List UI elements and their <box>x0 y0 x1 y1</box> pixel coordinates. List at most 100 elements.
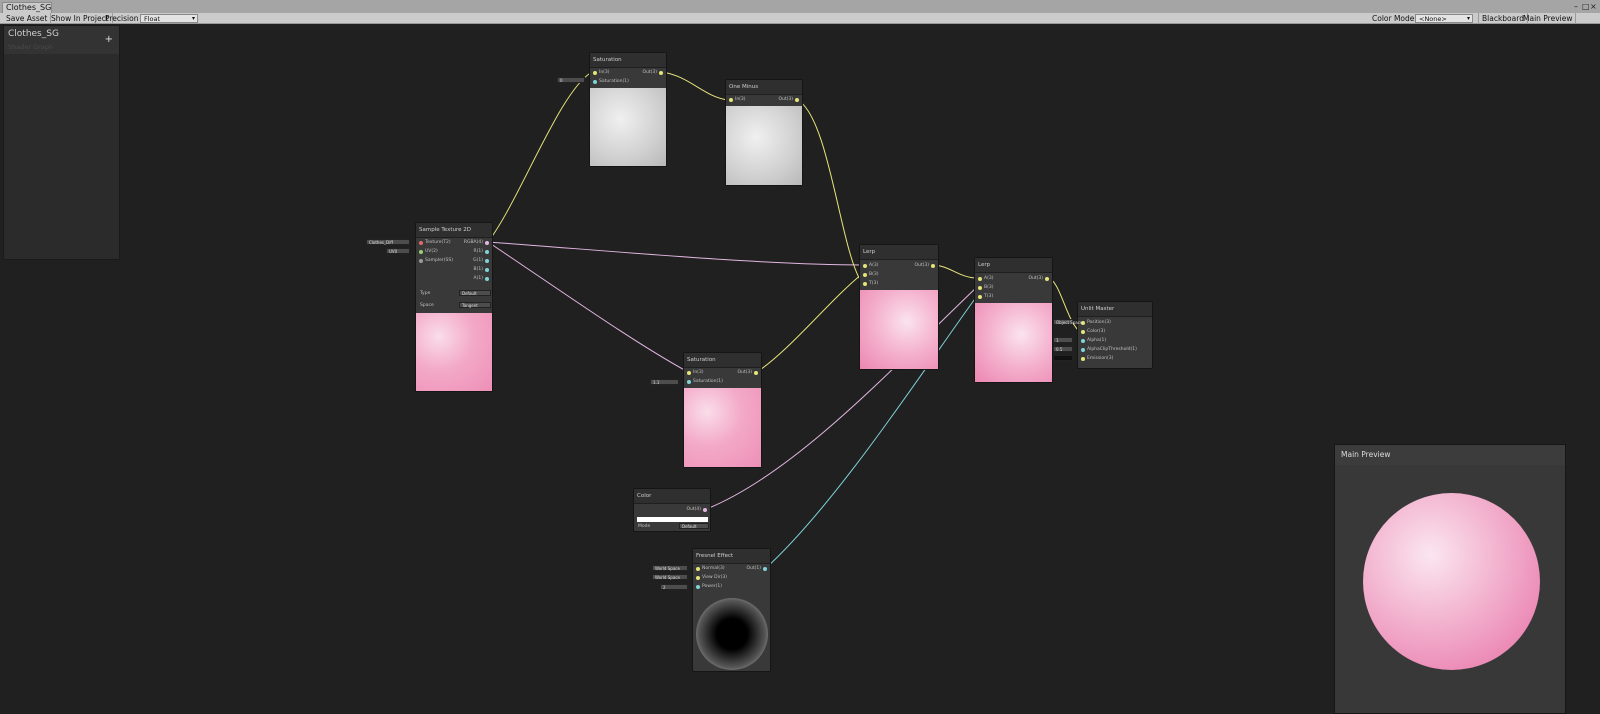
node-saturation-mid[interactable]: Saturation In(3) Saturation(1) Out(3) <box>683 352 762 468</box>
port-saturation-dot[interactable] <box>593 80 597 84</box>
port-rgba-dot[interactable] <box>485 241 489 245</box>
port-b-label: B(3) <box>869 272 879 277</box>
node-lerp-1[interactable]: Lerp A(3) B(3) T(3) Out(3) <box>859 244 939 370</box>
field-value: Clothes_Diff <box>369 240 393 245</box>
mode-dropdown[interactable]: Default <box>679 523 709 529</box>
port-t-dot[interactable] <box>863 282 867 286</box>
node-one-minus[interactable]: One Minus In(3) Out(3) <box>725 79 803 186</box>
field-value: World Space <box>655 566 680 571</box>
node-lerp-2[interactable]: Lerp A(3) B(3) T(3) Out(3) <box>974 257 1053 383</box>
port-view-dot[interactable] <box>696 576 700 580</box>
field-value: 0.5 <box>1056 347 1063 352</box>
color-swatch[interactable] <box>637 517 708 522</box>
port-in-label: In(3) <box>599 70 610 75</box>
port-alpha-dot[interactable] <box>1081 339 1085 343</box>
saturation-top-value-field[interactable]: 0 <box>557 77 585 83</box>
port-normal-dot[interactable] <box>696 567 700 571</box>
port-g-label: G(1) <box>473 258 483 263</box>
wire-rgba-to-lerp1-a <box>487 241 863 266</box>
port-out-dot[interactable] <box>795 98 799 102</box>
port-b-dot[interactable] <box>485 268 489 272</box>
main-preview-panel[interactable]: Main Preview <box>1334 444 1566 714</box>
port-t-label: T(3) <box>984 294 994 299</box>
field-value: Object Space <box>1056 320 1083 325</box>
field-value: 1.1 <box>653 380 660 385</box>
port-out-label: Out(4) <box>686 507 701 512</box>
preview-sphere[interactable] <box>1363 493 1540 670</box>
texture-object-field[interactable]: Clothes_Diff <box>366 239 410 245</box>
port-saturation-label: Saturation(1) <box>693 379 723 384</box>
normal-space-field[interactable]: World Space <box>652 565 688 571</box>
port-uv-dot[interactable] <box>419 250 423 254</box>
wire-saturation-to-oneminus <box>661 71 730 101</box>
port-power-label: Power(1) <box>702 584 722 589</box>
port-out-dot[interactable] <box>703 508 707 512</box>
alpha-value-field[interactable]: 1 <box>1053 337 1073 343</box>
port-r-dot[interactable] <box>485 250 489 254</box>
port-rgba-label: RGBA(4) <box>463 240 483 245</box>
wire-satmid-to-lerp1-b <box>756 273 863 373</box>
port-sampler-dot[interactable] <box>419 259 423 263</box>
port-b-dot[interactable] <box>863 273 867 277</box>
type-dropdown[interactable]: Default <box>459 290 491 296</box>
node-color[interactable]: Color Out(4) Mode Default <box>633 488 711 532</box>
port-out-dot[interactable] <box>763 567 767 571</box>
port-power-dot[interactable] <box>696 585 700 589</box>
port-b-label: B(1) <box>473 267 483 272</box>
port-in-label: In(3) <box>693 370 704 375</box>
port-in-dot[interactable] <box>729 98 733 102</box>
space-dropdown[interactable]: Tangent <box>459 302 491 308</box>
port-in-dot[interactable] <box>593 71 597 75</box>
port-t-label: T(3) <box>869 281 879 286</box>
port-texture-dot[interactable] <box>419 241 423 245</box>
port-a-dot[interactable] <box>978 277 982 281</box>
mode-value: Default <box>682 524 697 529</box>
port-uv-label: UV(2) <box>425 249 438 254</box>
mode-label: Mode <box>638 524 651 529</box>
node-saturation-top[interactable]: Saturation In(3) Saturation(1) Out(3) <box>589 52 667 167</box>
node-preview-image <box>726 106 802 185</box>
port-alpha-clip-dot[interactable] <box>1081 348 1085 352</box>
position-space-field[interactable]: Object Space <box>1053 319 1083 325</box>
port-out-dot[interactable] <box>659 71 663 75</box>
port-in-dot[interactable] <box>687 371 691 375</box>
wire-oneminus-to-lerp1-t <box>797 99 863 284</box>
port-alpha-clip-label: AlphaClipThreshold(1) <box>1087 347 1137 352</box>
port-out-dot[interactable] <box>754 371 758 375</box>
emission-color-field[interactable] <box>1053 355 1073 361</box>
saturation-mid-value-field[interactable]: 1.1 <box>650 379 679 385</box>
port-view-label: View Dir(3) <box>702 575 728 580</box>
node-preview-image <box>684 388 761 467</box>
field-value: World Space <box>655 575 680 580</box>
field-value: 1 <box>1056 338 1059 343</box>
port-emission-dot[interactable] <box>1081 357 1085 361</box>
view-space-field[interactable]: World Space <box>652 574 688 580</box>
port-a-dot[interactable] <box>485 277 489 281</box>
node-title: Saturation <box>590 53 666 68</box>
uv-channel-field[interactable]: UV0 <box>386 248 410 254</box>
node-title: Sample Texture 2D <box>416 223 492 238</box>
port-b-dot[interactable] <box>978 286 982 290</box>
alpha-clip-value-field[interactable]: 0.5 <box>1053 346 1073 352</box>
port-out-label: Out(3) <box>1028 276 1043 281</box>
port-saturation-dot[interactable] <box>687 380 691 384</box>
port-out-dot[interactable] <box>1045 277 1049 281</box>
type-label: Type <box>420 291 431 296</box>
port-saturation-label: Saturation(1) <box>599 79 629 84</box>
node-sample-texture-2d[interactable]: Sample Texture 2D Texture(T2) UV(2) Samp… <box>415 222 493 392</box>
field-value: 0 <box>560 78 563 83</box>
node-unlit-master[interactable]: Unlit Master Position(3) Color(3) Alpha(… <box>1077 301 1153 369</box>
node-title: Lerp <box>975 258 1052 273</box>
port-a-dot[interactable] <box>863 264 867 268</box>
node-title: Fresnel Effect <box>693 549 770 564</box>
port-color-dot[interactable] <box>1081 330 1085 334</box>
port-a-label: A(1) <box>473 276 483 281</box>
port-b-label: B(3) <box>984 285 994 290</box>
port-a-label: A(3) <box>869 263 879 268</box>
power-value-field[interactable]: 2 <box>660 584 688 590</box>
node-fresnel-effect[interactable]: Fresnel Effect Normal(3) View Dir(3) Pow… <box>692 548 771 672</box>
port-out-dot[interactable] <box>931 264 935 268</box>
port-t-dot[interactable] <box>978 295 982 299</box>
port-g-dot[interactable] <box>485 259 489 263</box>
fresnel-preview-sphere <box>696 598 768 670</box>
